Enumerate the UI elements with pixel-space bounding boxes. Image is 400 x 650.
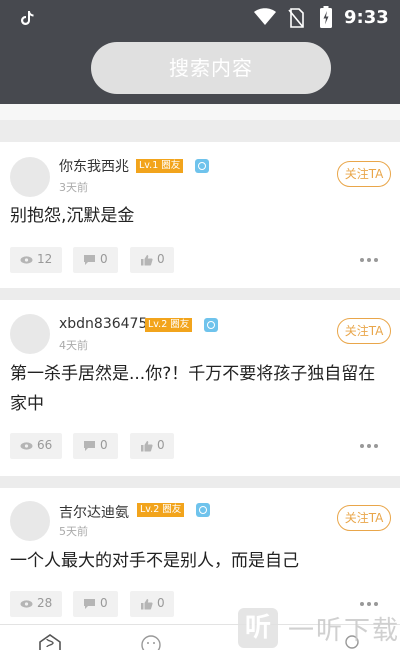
search-input[interactable]: 搜索内容 [91, 42, 331, 94]
view-count[interactable]: 28 [10, 591, 62, 617]
post-content[interactable]: 一个人最大的对手不是别人，而是自己 [10, 546, 390, 576]
top-spacer [0, 104, 400, 120]
watermark: 听 一听下载 [238, 604, 400, 650]
comment-icon [84, 441, 95, 451]
like-count: 0 [157, 438, 165, 452]
tab-home-icon[interactable] [38, 633, 62, 650]
comment-button[interactable]: 0 [73, 433, 118, 459]
post-time: 3天前 [59, 181, 88, 194]
post-time: 5天前 [59, 525, 88, 538]
follow-button[interactable]: 关注TA [337, 318, 391, 344]
eye-icon [20, 442, 33, 450]
level-badge: Lv.2 圈友 [145, 318, 193, 332]
username[interactable]: xbdn836475 [59, 316, 147, 332]
post-time: 4天前 [59, 339, 88, 352]
verified-icon [196, 503, 210, 517]
tab-discover-icon[interactable] [139, 633, 163, 650]
avatar[interactable] [10, 157, 50, 197]
username[interactable]: 吉尔达迪氨 [59, 502, 129, 522]
view-count-value: 28 [37, 596, 53, 610]
level-badge: Lv.1 圈友 [136, 159, 184, 173]
view-count[interactable]: 12 [10, 247, 62, 273]
more-icon[interactable] [360, 444, 380, 450]
post-content[interactable]: 第一杀手居然是...你?！千万不要将孩子独自留在家中 [10, 359, 390, 419]
like-button[interactable]: 0 [130, 247, 174, 273]
like-count: 0 [157, 252, 165, 266]
post-content[interactable]: 别抱怨,沉默是金 [10, 201, 390, 231]
like-button[interactable]: 0 [130, 591, 174, 617]
eye-icon [20, 600, 33, 608]
follow-button[interactable]: 关注TA [337, 505, 391, 531]
follow-button[interactable]: 关注TA [337, 161, 391, 187]
like-count: 0 [157, 596, 165, 610]
watermark-logo: 听 [238, 608, 278, 648]
comment-button[interactable]: 0 [73, 247, 118, 273]
view-count-value: 66 [37, 438, 53, 452]
post-card[interactable]: xbdn836475 Lv.2 圈友 4天前 关注TA 第一杀手居然是...你?… [0, 300, 400, 476]
view-count[interactable]: 66 [10, 433, 62, 459]
thumbs-up-icon [141, 255, 153, 266]
level-badge: Lv.2 圈友 [137, 503, 185, 517]
status-bar: 9:33 [0, 0, 400, 36]
comment-count: 0 [100, 252, 108, 266]
divider [0, 288, 400, 300]
tiktok-icon [21, 11, 34, 25]
verified-icon [195, 159, 209, 173]
battery-icon [320, 6, 332, 28]
eye-icon [20, 256, 33, 264]
comment-icon [84, 255, 95, 265]
comment-button[interactable]: 0 [73, 591, 118, 617]
more-icon[interactable] [360, 258, 380, 264]
watermark-text: 一听下载 [288, 616, 400, 646]
divider [0, 120, 400, 142]
view-count-value: 12 [37, 252, 53, 266]
username[interactable]: 你东我西兆 [59, 156, 129, 176]
comment-count: 0 [100, 596, 108, 610]
post-card[interactable]: 你东我西兆 Lv.1 圈友 3天前 关注TA 别抱怨,沉默是金 12 0 0 [0, 142, 400, 288]
avatar[interactable] [10, 314, 50, 354]
no-sim-icon [288, 8, 304, 28]
app-header: 搜索内容 [0, 36, 400, 104]
like-button[interactable]: 0 [130, 433, 174, 459]
thumbs-up-icon [141, 599, 153, 610]
comment-count: 0 [100, 438, 108, 452]
wifi-icon [254, 8, 276, 25]
status-time: 9:33 [344, 7, 389, 28]
verified-icon [204, 318, 218, 332]
thumbs-up-icon [141, 441, 153, 452]
avatar[interactable] [10, 501, 50, 541]
divider [0, 476, 400, 488]
comment-icon [84, 599, 95, 609]
